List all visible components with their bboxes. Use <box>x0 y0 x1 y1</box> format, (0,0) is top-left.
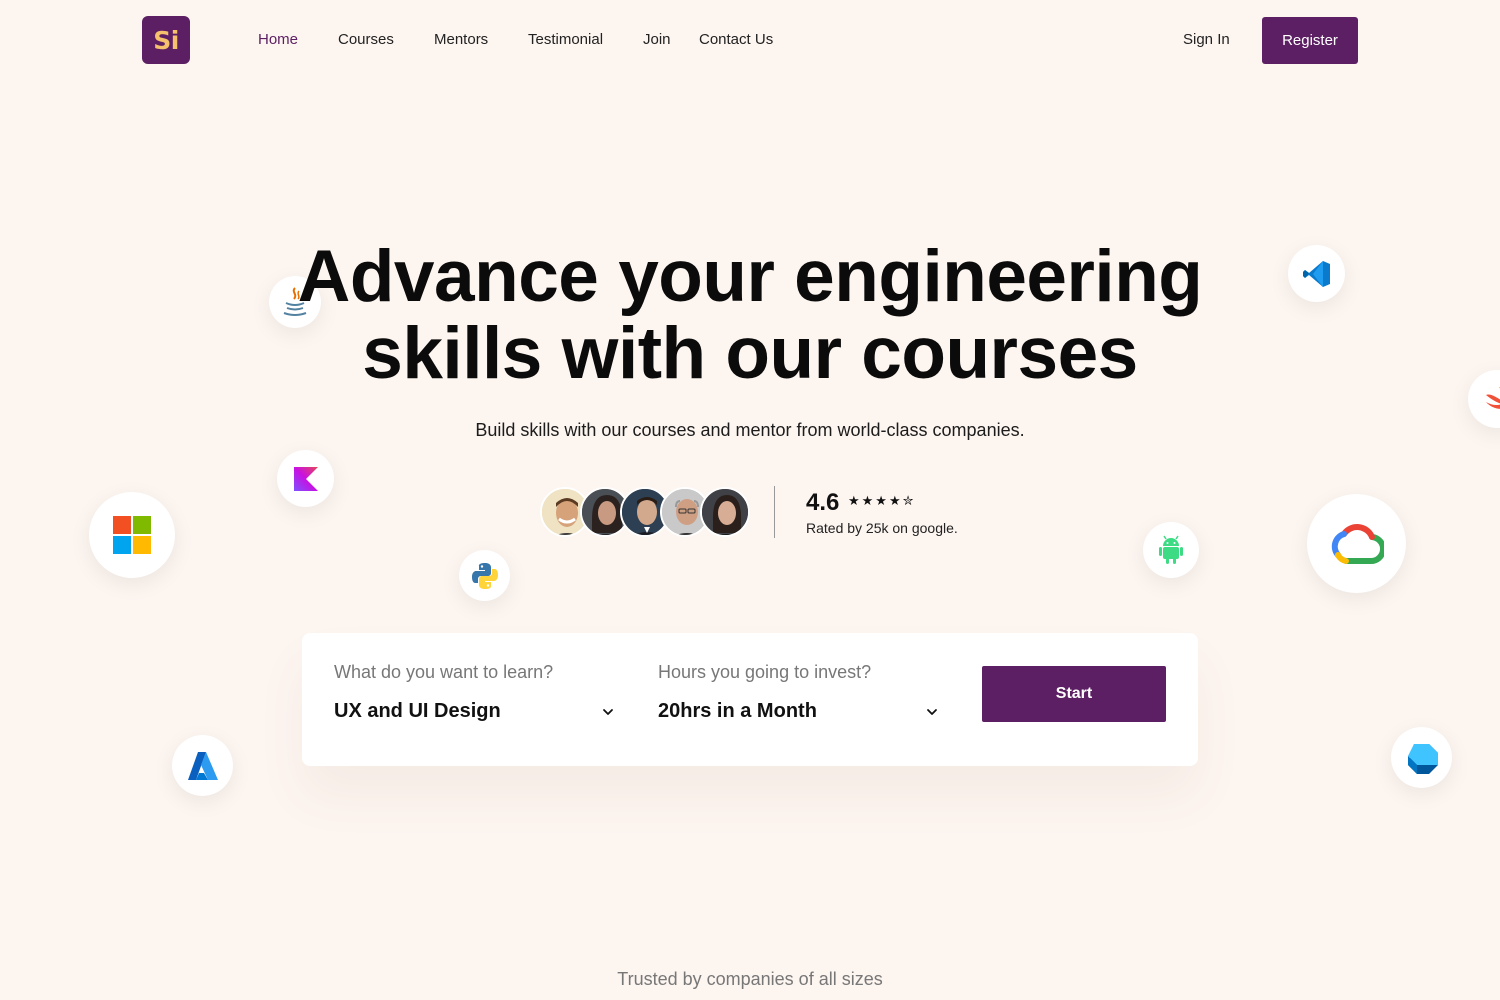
python-icon <box>459 550 510 601</box>
learn-select-value: UX and UI Design <box>334 700 501 722</box>
learn-field-label: What do you want to learn? <box>334 662 554 682</box>
hero-subheadline: Build skills with our courses and mentor… <box>475 420 1025 440</box>
rating-subtext: Rated by 25k on google. <box>806 520 958 536</box>
hero-headline-line-1: Advance your engineering <box>297 236 1203 317</box>
sign-in-link[interactable]: Sign In <box>1183 31 1230 48</box>
microsoft-icon <box>89 492 175 578</box>
azure-icon <box>172 735 233 796</box>
hero-headline-line-2: skills with our courses <box>362 313 1138 394</box>
nav-item-contact-us[interactable]: Contact Us <box>699 31 773 48</box>
nav-item-join[interactable]: Join <box>643 31 671 48</box>
hours-field-label: Hours you going to invest? <box>658 662 872 682</box>
start-button[interactable]: Start <box>982 666 1166 722</box>
rating-divider <box>774 486 775 538</box>
chevron-down-icon[interactable] <box>601 705 615 719</box>
rating-stars: ★★★★✮ <box>848 493 916 508</box>
learn-select[interactable]: UX and UI Design <box>334 700 616 726</box>
hero-headline: Advance your engineering skills with our… <box>0 238 1500 392</box>
android-icon <box>1143 522 1199 578</box>
chevron-down-icon[interactable] <box>925 705 939 719</box>
brand-logo[interactable]: Si <box>142 16 190 64</box>
nav-item-courses[interactable]: Courses <box>338 31 394 48</box>
kotlin-icon <box>277 450 334 507</box>
dart-icon <box>1391 727 1452 788</box>
register-button[interactable]: Register <box>1262 17 1358 64</box>
avatar <box>700 487 750 537</box>
nav-item-testimonial[interactable]: Testimonial <box>528 31 603 48</box>
hours-select[interactable]: 20hrs in a Month <box>658 700 940 726</box>
hours-select-value: 20hrs in a Month <box>658 700 817 722</box>
rating-value: 4.6 <box>806 489 840 516</box>
nav-item-home[interactable]: Home <box>258 31 298 48</box>
nav-item-mentors[interactable]: Mentors <box>434 31 488 48</box>
google-cloud-icon <box>1307 494 1406 593</box>
trusted-by-heading: Trusted by companies of all sizes <box>617 969 883 989</box>
